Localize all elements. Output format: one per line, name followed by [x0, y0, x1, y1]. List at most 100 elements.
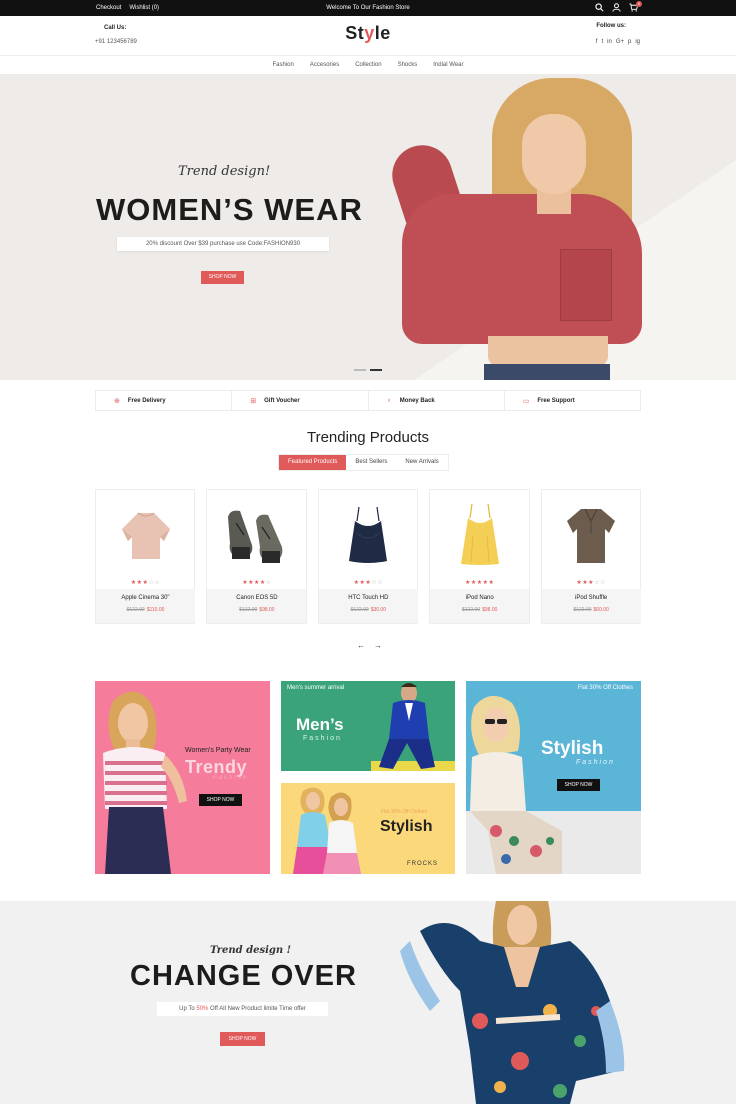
nav-item-accesories[interactable]: Accesories: [310, 57, 339, 74]
slider-dots: [354, 369, 382, 371]
product-image-tshirt[interactable]: [542, 490, 641, 580]
facebook-icon[interactable]: f: [596, 39, 598, 45]
banner-stylish-shop-button[interactable]: SHOP NOW: [557, 779, 600, 791]
old-price: $122.00: [239, 607, 258, 613]
logo-text: St: [345, 23, 365, 43]
slider-dot[interactable]: [354, 369, 366, 371]
nav-item-collection[interactable]: Collection: [355, 57, 381, 74]
tab-new-arrivals[interactable]: New Arrivals: [396, 455, 447, 470]
banner-party-label: Women's Party Wear: [185, 747, 251, 754]
follow-us-label: Follow us:: [596, 23, 626, 29]
instagram-icon[interactable]: ig: [635, 39, 640, 45]
search-icon[interactable]: [595, 3, 604, 12]
product-image-yellow-top[interactable]: [430, 490, 529, 580]
feature-label: Free Delivery: [127, 397, 166, 404]
carousel-arrows: ← →: [357, 641, 382, 650]
banner-mens-title: Men’s: [296, 715, 344, 734]
feature-label: Money Back: [399, 397, 435, 404]
logo-text-end: le: [374, 23, 391, 43]
page: Checkout Wishlist (0) Welcome To Our Fas…: [0, 0, 736, 1104]
nav-item-shocks[interactable]: Shocks: [398, 57, 418, 74]
trending-title: Trending Products: [306, 429, 429, 446]
banner-mens-label: Men's summer arrival: [287, 685, 345, 691]
feature-free-delivery: ⊕ Free Delivery: [96, 391, 233, 410]
product-image-blouse[interactable]: [96, 490, 195, 580]
banner-stylish-sub: Fashion: [576, 759, 615, 766]
rating-stars: ★★★★★: [465, 580, 495, 586]
product-name[interactable]: Apple Cinema 30": [96, 595, 195, 601]
slider-dot-active[interactable]: [370, 369, 382, 371]
banner-party-wear[interactable]: Women's Party Wear Trendy Fashion SHOP N…: [95, 681, 270, 874]
new-price: $30.00: [370, 607, 386, 613]
banner-stylish-model-image: [470, 695, 562, 874]
new-price: $98.00: [482, 607, 498, 613]
google-plus-icon[interactable]: G+: [616, 39, 624, 45]
promo-text-end: Off All New Product limite Time offer: [208, 1006, 306, 1012]
old-price: $122.00: [126, 607, 145, 613]
product-card[interactable]: ★★★★★ iPod Nano $122.00 $98.00: [429, 489, 530, 624]
user-icon[interactable]: [612, 3, 621, 12]
support-icon: ▭: [522, 397, 530, 405]
feature-gift-voucher: ⊞ Gift Voucher: [232, 391, 369, 410]
hero-slider: Trend design! WOMEN’S WEAR 20% discount …: [0, 74, 736, 380]
feature-label: Free Support: [537, 397, 575, 404]
banner-mens[interactable]: Men's summer arrival Men’s Fashion: [281, 681, 455, 771]
product-card[interactable]: ★★★★☆ Canon EOS 5D $122.00 $98.00: [206, 489, 307, 624]
product-card[interactable]: ★★★☆☆ HTC Touch HD $122.00 $30.00: [317, 489, 419, 624]
banner-party-shop-button[interactable]: SHOP NOW: [199, 794, 242, 806]
product-image-shoes[interactable]: [207, 490, 306, 580]
twitter-icon[interactable]: t: [601, 39, 603, 45]
new-price: $98.00: [259, 607, 275, 613]
gift-icon: ⊞: [250, 397, 257, 405]
product-card[interactable]: ★★★☆☆ iPod Shuffle $122.00 $60.00: [540, 489, 642, 624]
features-bar: ⊕ Free Delivery ⊞ Gift Voucher ♁ Money B…: [95, 390, 641, 411]
old-price: $122.00: [573, 607, 592, 613]
banner-frocks-sub: FROCKS: [407, 861, 439, 867]
rating-stars: ★★★★☆: [242, 580, 272, 586]
promo-text: Up To: [179, 1006, 197, 1012]
hero-promo-text: 20% discount Over $39 purchase use Code:…: [117, 237, 329, 251]
nav-item-indial-wear[interactable]: Indial Wear: [433, 57, 463, 74]
product-name[interactable]: Canon EOS 5D: [207, 595, 306, 601]
new-price: $110.00: [146, 607, 165, 613]
banner-stylish[interactable]: Flat 30% Off Clothes Stylish Fashion SHO…: [466, 681, 641, 874]
tab-featured-products[interactable]: Featured Products: [279, 455, 347, 470]
old-price: $122.00: [350, 607, 369, 613]
change-over-shop-now-button[interactable]: SHOP NOW: [220, 1032, 265, 1046]
product-card[interactable]: ★★★☆☆ Apple Cinema 30" $122.00 $110.00: [95, 489, 196, 624]
hero-title: WOMEN’S WEAR: [96, 192, 363, 227]
change-over-promo: Up To 50% Off All New Product limite Tim…: [157, 1002, 328, 1016]
banner-stylish-label: Flat 30% Off Clothes: [577, 685, 633, 691]
globe-icon: ⊕: [114, 397, 120, 405]
money-icon: ♁: [386, 397, 392, 404]
old-price: $122.00: [462, 607, 481, 613]
new-price: $60.00: [593, 607, 609, 613]
logo-accent: y: [364, 23, 375, 43]
linkedin-icon[interactable]: in: [607, 39, 612, 45]
product-name[interactable]: iPod Shuffle: [542, 595, 641, 601]
product-tabs: Featured Products Best Sellers New Arriv…: [278, 454, 449, 471]
product-name[interactable]: HTC Touch HD: [319, 595, 418, 601]
feature-money-back: ♁ Money Back: [369, 391, 505, 410]
main-nav: Fashion Accesories Collection Shocks Ind…: [0, 57, 736, 74]
tab-best-sellers[interactable]: Best Sellers: [346, 455, 396, 470]
next-arrow-icon[interactable]: →: [374, 641, 382, 650]
feature-free-support: ▭ Free Support: [505, 391, 640, 410]
rating-stars: ★★★☆☆: [130, 580, 161, 586]
prev-arrow-icon[interactable]: ←: [357, 641, 365, 650]
cart-icon[interactable]: 0: [629, 1, 642, 12]
pinterest-icon[interactable]: p: [628, 39, 631, 45]
product-image-camisole[interactable]: [319, 490, 418, 580]
promo-highlight: 50%: [196, 1006, 209, 1012]
change-over-title: CHANGE OVER: [130, 960, 357, 992]
hero-subtitle: Trend design!: [178, 164, 271, 179]
change-over-banner: Trend design ! CHANGE OVER Up To 50% Off…: [0, 901, 736, 1104]
rating-stars: ★★★☆☆: [576, 580, 606, 586]
product-name[interactable]: iPod Nano: [430, 595, 529, 601]
hero-shop-now-button[interactable]: SHOP NOW: [201, 271, 244, 284]
banner-party-sub: Fashion: [213, 775, 249, 781]
banner-frocks[interactable]: Flat 30% Off Clothes Stylish FROCKS: [281, 783, 455, 874]
top-bar: Checkout Wishlist (0) Welcome To Our Fas…: [0, 0, 736, 16]
nav-item-fashion[interactable]: Fashion: [273, 57, 294, 74]
change-over-subtitle: Trend design !: [210, 945, 292, 956]
